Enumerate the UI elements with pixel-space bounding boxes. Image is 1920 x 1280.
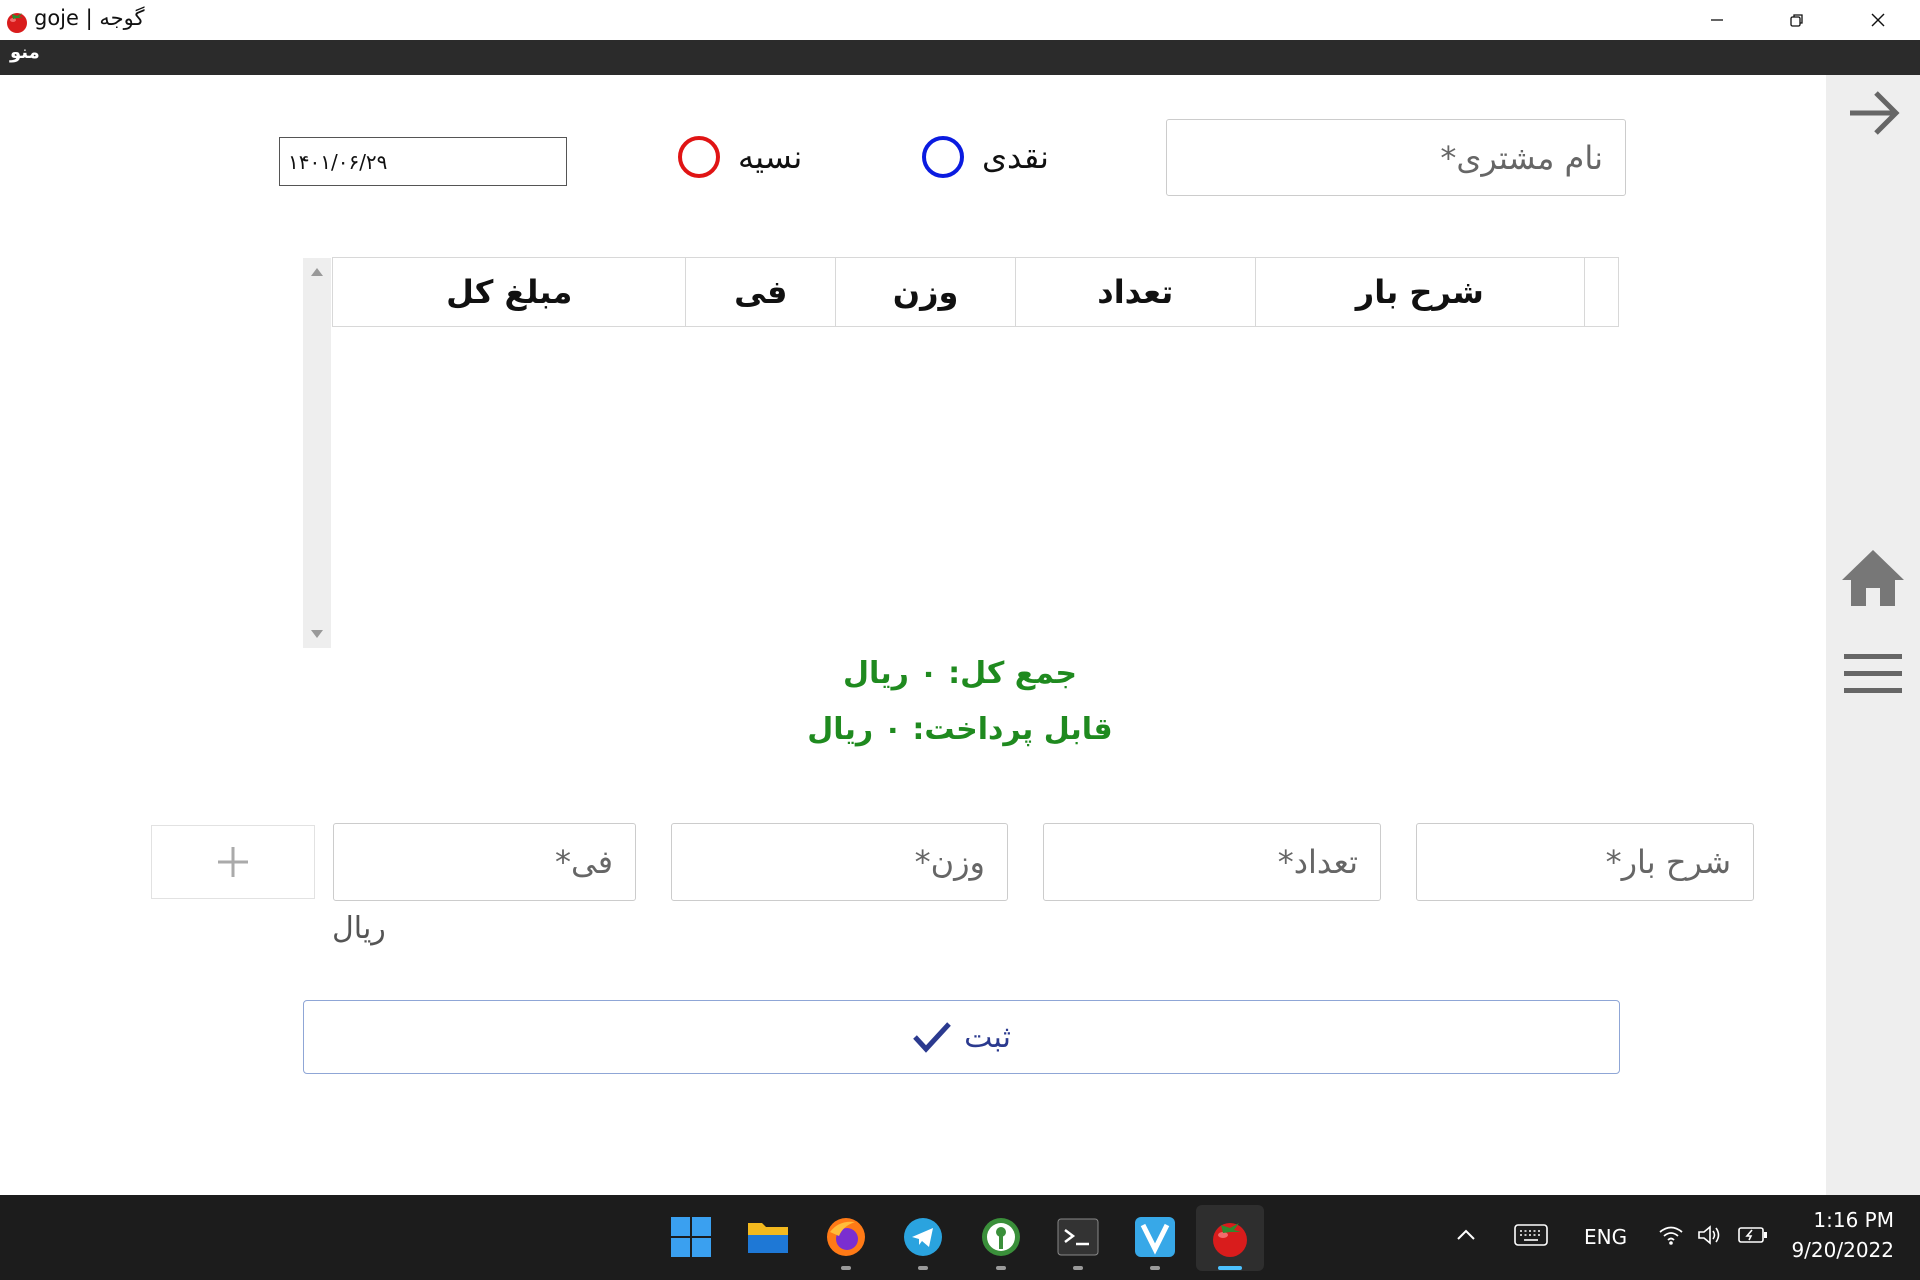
running-indicator (996, 1266, 1006, 1270)
column-header-count[interactable]: تعداد (1016, 258, 1256, 326)
goje-tomato-icon[interactable] (1208, 1215, 1252, 1259)
close-icon (1871, 13, 1885, 27)
wifi-icon[interactable] (1658, 1224, 1684, 1250)
running-indicator (1150, 1266, 1160, 1270)
title-bar (0, 0, 1920, 40)
forward-arrow-button[interactable] (1844, 86, 1904, 140)
radio-circle-icon (922, 136, 964, 178)
price-unit-label: ریال (332, 911, 386, 946)
price-input[interactable] (334, 824, 635, 900)
payment-credit-radio[interactable]: نسیه (678, 136, 802, 178)
home-icon (1842, 550, 1904, 606)
window-title: goje | گوجه (34, 6, 145, 30)
payment-credit-label: نسیه (738, 138, 803, 176)
customer-name-input[interactable] (1167, 120, 1625, 195)
table-scrollbar[interactable] (303, 258, 331, 648)
price-field[interactable] (333, 823, 636, 901)
running-indicator (1073, 1266, 1083, 1270)
right-sidebar (1826, 75, 1920, 1195)
menu-bar (0, 40, 1920, 75)
volume-icon[interactable] (1697, 1224, 1723, 1250)
payment-cash-label: نقدی (982, 138, 1049, 176)
minimize-button[interactable] (1677, 0, 1757, 40)
add-item-button[interactable] (151, 825, 315, 899)
date-input[interactable] (280, 138, 566, 185)
running-indicator (841, 1266, 851, 1270)
plus-icon (218, 847, 248, 877)
column-header-price[interactable]: فی (686, 258, 837, 326)
active-indicator (1218, 1266, 1242, 1270)
clock-date[interactable]: 9/20/2022 (1780, 1238, 1894, 1262)
weight-field[interactable] (671, 823, 1008, 901)
battery-charging-icon[interactable] (1738, 1226, 1768, 1248)
restore-button[interactable] (1757, 0, 1837, 40)
password-manager-icon[interactable] (979, 1215, 1023, 1259)
column-header-description[interactable]: شرح بار (1256, 258, 1586, 326)
column-header-total[interactable]: مبلغ کل (333, 258, 687, 326)
file-explorer-icon[interactable] (746, 1215, 790, 1259)
running-indicator (918, 1266, 928, 1270)
date-field[interactable] (279, 137, 567, 186)
v-app-icon[interactable] (1133, 1215, 1177, 1259)
menu-item[interactable]: منو (10, 42, 40, 63)
scroll-up-icon[interactable] (311, 268, 323, 276)
table-header: مبلغ کل فی وزن تعداد شرح بار (332, 257, 1619, 327)
payment-cash-radio[interactable]: نقدی (922, 136, 1049, 178)
tomato-logo-icon (4, 8, 30, 34)
customer-name-field[interactable] (1166, 119, 1626, 196)
description-input[interactable] (1417, 824, 1753, 900)
sum-total: جمع کل: ۰ ریال (843, 656, 1077, 691)
count-input[interactable] (1044, 824, 1380, 900)
tray-overflow-chevron-up-icon[interactable] (1456, 1226, 1476, 1245)
submit-button[interactable]: ثبت (303, 1000, 1620, 1074)
checkmark-icon (913, 1022, 951, 1053)
column-header-weight[interactable]: وزن (836, 258, 1016, 326)
windows-start-icon[interactable] (669, 1215, 713, 1259)
submit-label: ثبت (964, 1019, 1011, 1055)
weight-input[interactable] (672, 824, 1007, 900)
taskbar (0, 1195, 1920, 1280)
telegram-icon[interactable] (901, 1215, 945, 1259)
close-button[interactable] (1838, 0, 1918, 40)
terminal-icon[interactable] (1056, 1215, 1100, 1259)
clock-time[interactable]: 1:16 PM (1780, 1208, 1894, 1232)
minimize-icon (1711, 19, 1723, 21)
payable-total: قابل پرداخت: ۰ ریال (807, 712, 1113, 747)
column-header-spacer (1585, 258, 1618, 326)
restore-icon (1790, 14, 1803, 27)
language-indicator[interactable]: ENG (1584, 1225, 1627, 1249)
arrow-right-icon (1850, 91, 1900, 135)
description-field[interactable] (1416, 823, 1754, 901)
firefox-icon[interactable] (824, 1215, 868, 1259)
keyboard-icon[interactable] (1514, 1224, 1548, 1250)
count-field[interactable] (1043, 823, 1381, 901)
home-button[interactable] (1840, 548, 1906, 608)
scroll-down-icon[interactable] (311, 630, 323, 638)
radio-circle-icon (678, 136, 720, 178)
